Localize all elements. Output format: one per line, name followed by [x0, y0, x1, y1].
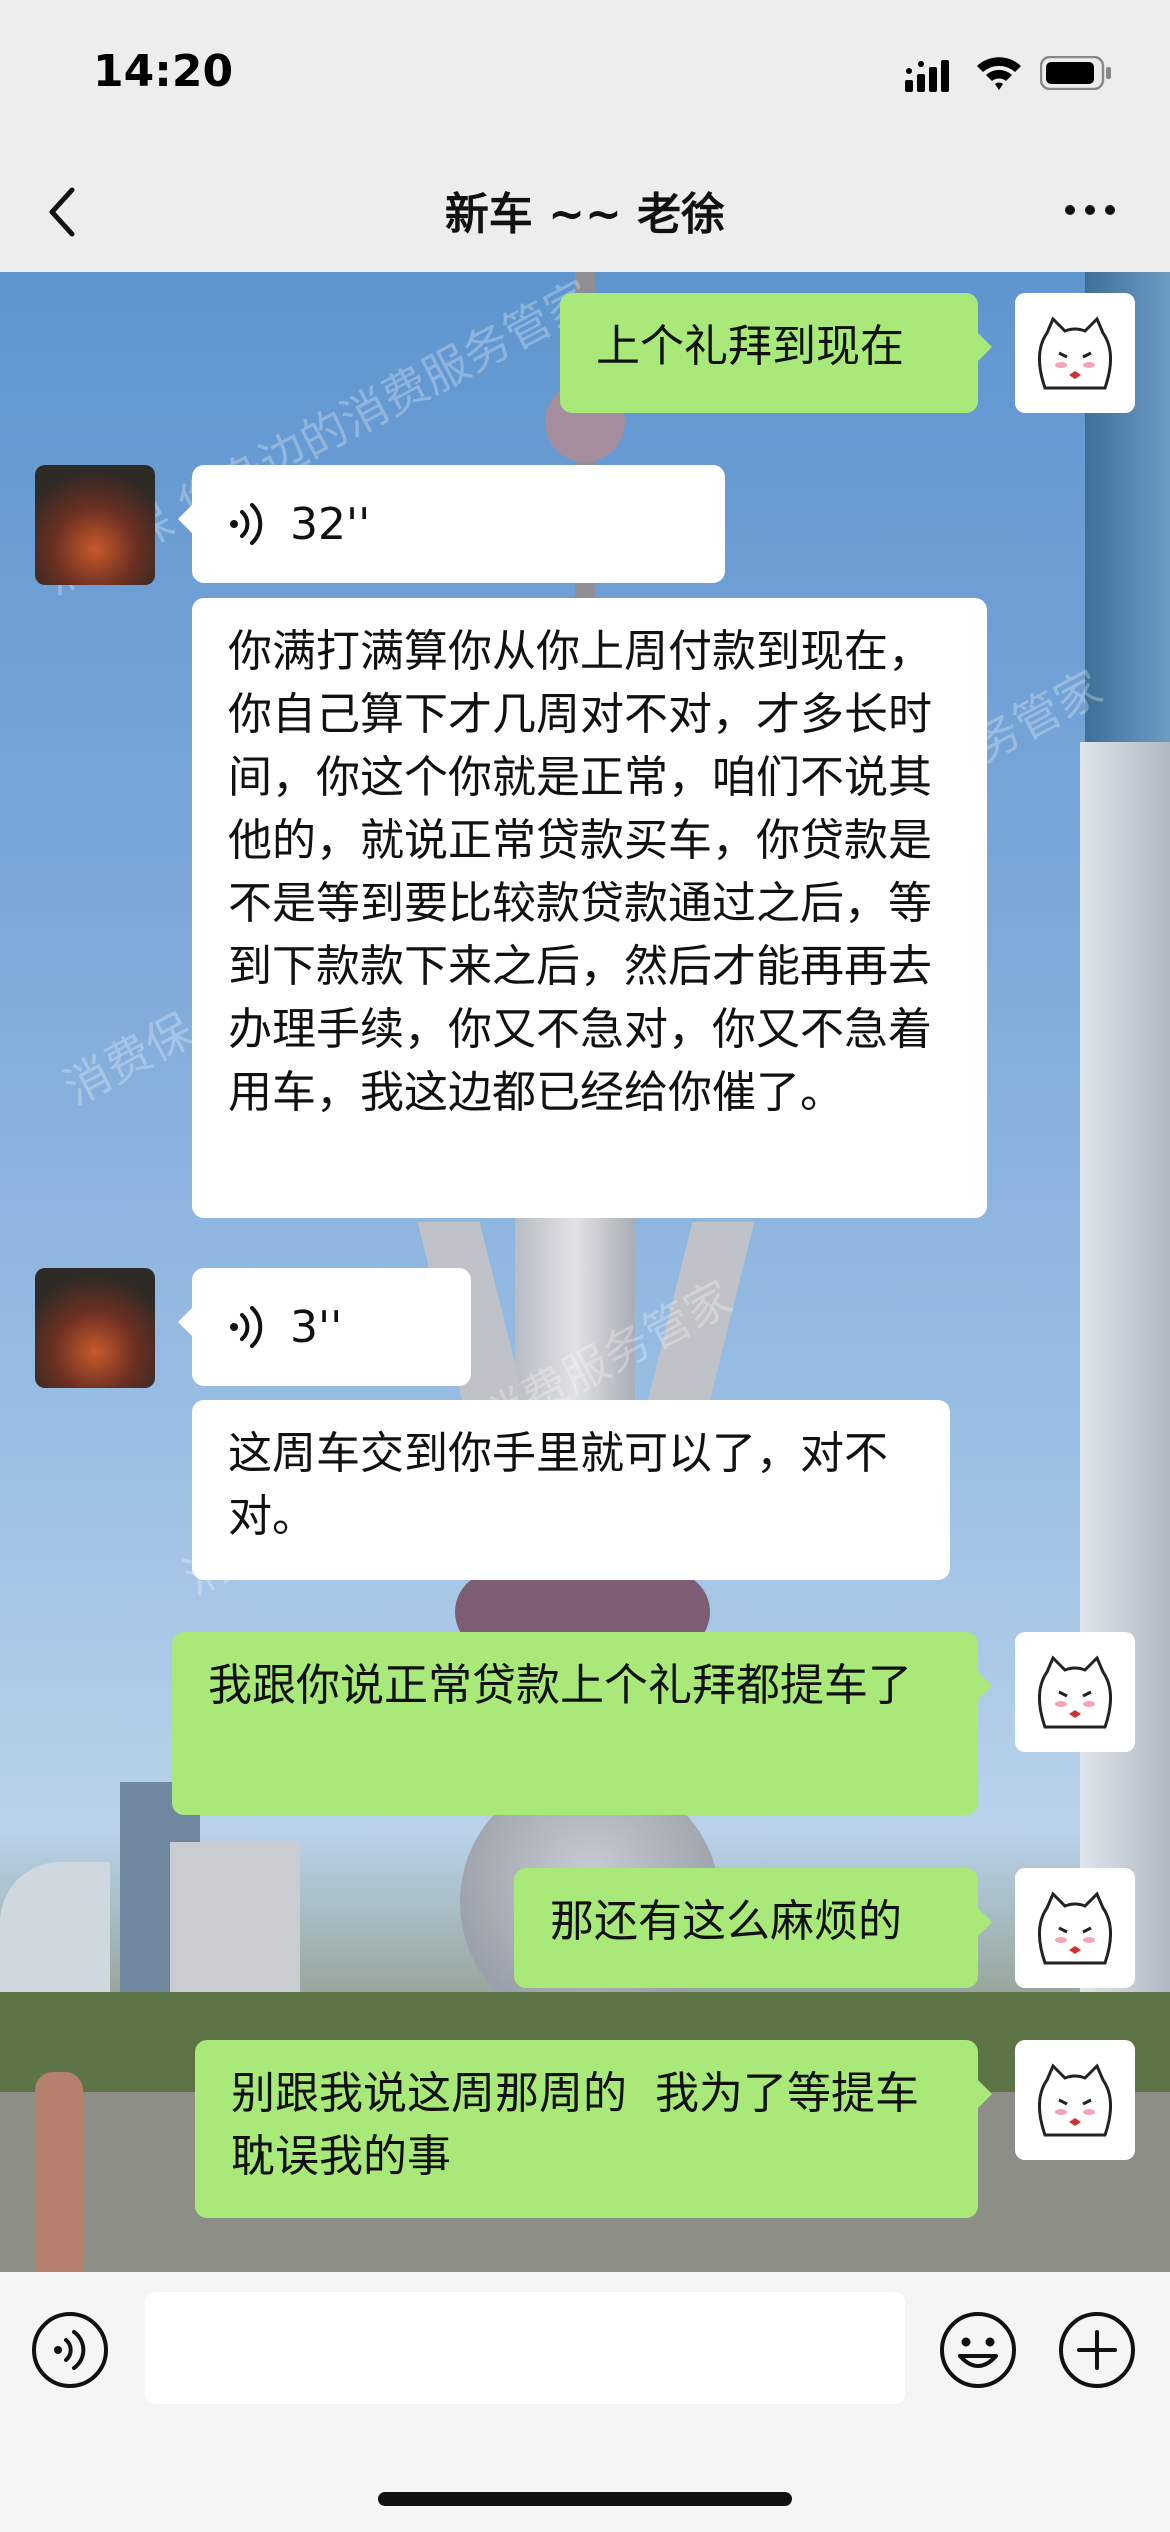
my-avatar[interactable] [1015, 2040, 1135, 2160]
contact-avatar[interactable] [35, 1268, 155, 1388]
voice-message-bubble[interactable]: 32'' [178, 465, 725, 583]
my-avatar[interactable] [1015, 1632, 1135, 1752]
cat-avatar-icon [1038, 1891, 1112, 1965]
plus-icon[interactable] [1057, 2310, 1137, 2390]
message-input[interactable] [145, 2292, 905, 2404]
message-bubble-outgoing[interactable]: 那还有这么麻烦的 [514, 1868, 992, 1988]
cat-avatar-icon [1038, 2063, 1112, 2137]
battery-icon [1040, 56, 1111, 90]
cat-avatar-icon [1038, 1655, 1112, 1729]
my-avatar[interactable] [1015, 1868, 1135, 1988]
wifi-icon [977, 57, 1021, 90]
chat-input-bar [0, 2272, 1170, 2532]
voice-transcription-bubble: 你满打满算你从你上周付款到现在，你自己算下才几周对不对，才多长时间，你这个你就是… [192, 598, 987, 1218]
voice-duration: 32'' [290, 498, 371, 550]
voice-wave-icon [230, 503, 263, 545]
chat-title: 新车 ~~ 老徐 [444, 189, 726, 240]
voice-wave-icon [230, 1306, 263, 1348]
more-dots-icon[interactable] [1060, 190, 1120, 230]
home-indicator [378, 2492, 792, 2506]
status-bar: 14:20 [0, 0, 1170, 150]
message-bubble-outgoing[interactable]: 我跟你说正常贷款上个礼拜都提车了 [172, 1632, 992, 1815]
contact-avatar[interactable] [35, 465, 155, 585]
message-bubble-outgoing[interactable]: 上个礼拜到现在 [560, 293, 992, 413]
voice-transcription-bubble: 这周车交到你手里就可以了，对不对。 [192, 1400, 950, 1580]
cellular-signal-icon [905, 60, 949, 92]
emoji-icon[interactable] [938, 2310, 1018, 2390]
chat-header: 新车 ~~ 老徐 [0, 150, 1170, 272]
status-time: 14:20 [93, 46, 234, 97]
message-bubble-outgoing[interactable]: 别跟我说这周那周的 我为了等提车耽误我的事 [195, 2040, 992, 2218]
voice-duration: 3'' [290, 1301, 343, 1353]
my-avatar[interactable] [1015, 293, 1135, 413]
voice-message-bubble[interactable]: 3'' [178, 1268, 471, 1386]
cat-avatar-icon [1038, 316, 1112, 390]
voice-input-icon[interactable] [30, 2310, 110, 2390]
